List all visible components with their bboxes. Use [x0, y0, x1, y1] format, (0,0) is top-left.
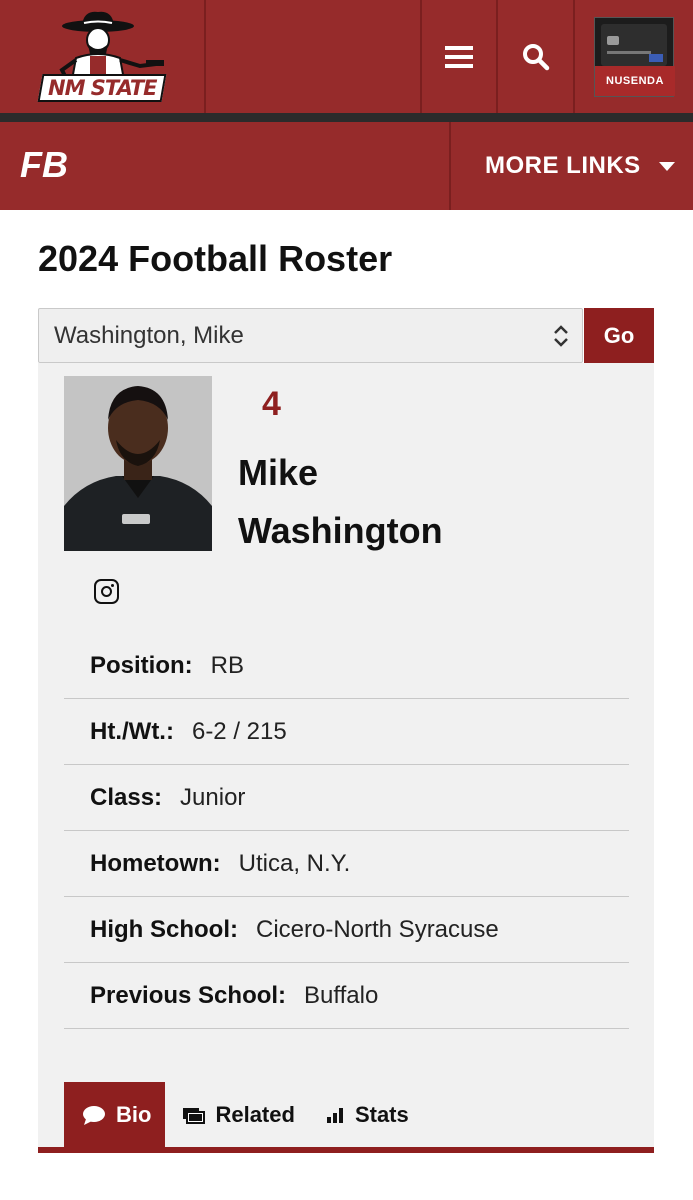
caret-down-icon — [658, 161, 675, 171]
more-links-label: MORE LINKS — [485, 152, 641, 179]
player-headshot-image — [64, 376, 212, 551]
detail-row-previous-school: Previous School: Buffalo — [64, 963, 629, 1029]
bar-chart-icon — [326, 1107, 345, 1123]
detail-label: Ht./Wt.: — [90, 717, 174, 745]
tab-stats[interactable]: Stats — [309, 1082, 423, 1147]
sponsor-card-image: NUSENDA — [594, 16, 675, 97]
credit-card-graphic — [601, 23, 667, 66]
select-arrows-icon — [554, 325, 568, 347]
detail-row-hometown: Hometown: Utica, N.Y. — [64, 831, 629, 897]
tab-related-label: Related — [215, 1101, 295, 1127]
detail-value: RB — [210, 651, 244, 679]
tab-related[interactable]: Related — [165, 1082, 308, 1147]
detail-label: Hometown: — [90, 849, 221, 877]
roster-select[interactable]: Washington, Mike — [38, 308, 583, 363]
detail-value: Cicero-North Syracuse — [255, 915, 499, 943]
sport-label[interactable]: FB — [20, 144, 68, 186]
detail-value: Junior — [180, 783, 246, 811]
instagram-icon[interactable] — [94, 579, 119, 604]
player-tabs: Bio Related Stats — [64, 1082, 423, 1147]
cards-icon — [183, 1106, 206, 1124]
logo-cell[interactable]: NM STATE — [0, 0, 204, 113]
hamburger-menu-icon — [445, 45, 473, 68]
search-icon — [522, 43, 549, 70]
site-header: NM STATE NUSENDA — [0, 0, 693, 113]
jersey-number: 4 — [262, 385, 281, 423]
menu-button[interactable] — [420, 0, 496, 113]
sponsor-brand: NUSENDA — [595, 65, 675, 96]
roster-select-value: Washington, Mike — [54, 322, 244, 349]
detail-label: Previous School: — [90, 981, 287, 1009]
search-button[interactable] — [496, 0, 573, 113]
go-button[interactable]: Go — [584, 308, 654, 363]
more-links-button[interactable]: MORE LINKS — [449, 122, 693, 210]
player-last-name: Washington — [238, 510, 443, 551]
detail-label: Position: — [90, 651, 193, 679]
detail-value: Buffalo — [304, 981, 379, 1009]
comment-icon — [82, 1105, 106, 1125]
detail-row-position: Position: RB — [64, 633, 629, 699]
tab-bio[interactable]: Bio — [64, 1082, 166, 1147]
page-title: 2024 Football Roster — [38, 238, 393, 279]
detail-row-height-weight: Ht./Wt.: 6-2 / 215 — [64, 699, 629, 765]
player-photo — [64, 376, 212, 551]
logo-wordmark-text: NM STATE — [47, 76, 157, 100]
tab-underline — [38, 1147, 654, 1153]
player-first-name: Mike — [238, 452, 319, 493]
detail-label: Class: — [90, 783, 163, 811]
detail-row-class: Class: Junior — [64, 765, 629, 831]
tab-bio-label: Bio — [116, 1101, 152, 1127]
header-divider — [0, 113, 693, 122]
detail-label: High School: — [90, 915, 238, 943]
logo-wordmark: NM STATE — [37, 74, 167, 102]
detail-value: 6-2 / 215 — [191, 717, 287, 745]
tab-stats-label: Stats — [354, 1101, 409, 1127]
sport-nav: FB MORE LINKS — [0, 122, 693, 210]
header-spacer — [204, 0, 420, 113]
sponsor-ad[interactable]: NUSENDA — [573, 0, 693, 113]
detail-row-high-school: High School: Cicero-North Syracuse — [64, 897, 629, 963]
detail-value: Utica, N.Y. — [238, 849, 351, 877]
